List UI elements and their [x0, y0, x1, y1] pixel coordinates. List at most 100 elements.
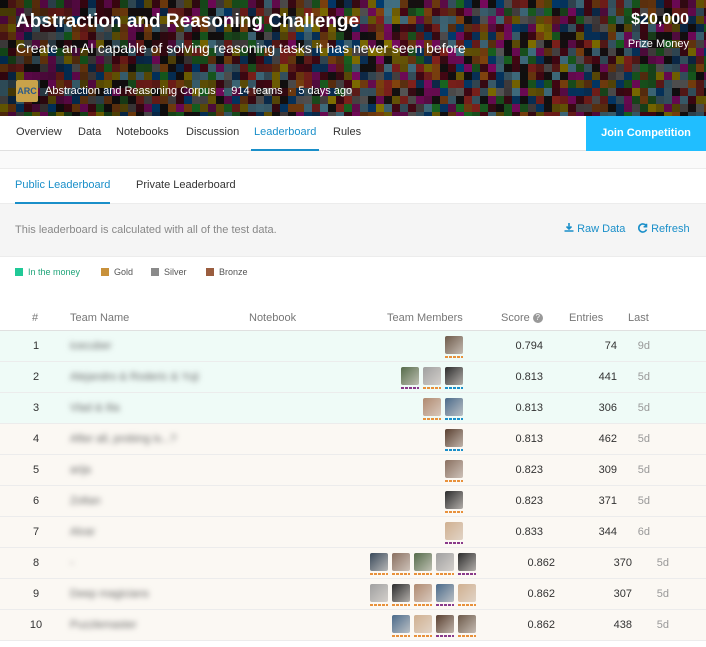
column-team-name[interactable]: Team Name — [70, 312, 129, 324]
prize-amount: $20,000 — [631, 11, 689, 28]
team-name-cell[interactable]: Zoltan — [70, 495, 101, 507]
team-name-cell[interactable]: Alejandro & Roderic & Yuji — [70, 371, 199, 383]
avatar[interactable] — [423, 398, 441, 420]
team-name-cell[interactable]: icecuber — [70, 340, 112, 352]
avatar[interactable] — [445, 460, 463, 482]
tab-discussion[interactable]: Discussion — [186, 116, 239, 151]
score-cell: 0.813 — [515, 371, 543, 383]
legend-in-the-money: In the money — [15, 267, 80, 277]
avatar[interactable] — [458, 553, 476, 575]
team-name-cell[interactable]: arija — [70, 464, 91, 476]
avatar[interactable] — [445, 336, 463, 358]
leaderboard-tabs: Public Leaderboard Private Leaderboard — [0, 169, 706, 204]
column-rank[interactable]: # — [32, 312, 38, 324]
avatar[interactable] — [392, 584, 410, 606]
last-submission-cell: 5d — [637, 433, 650, 445]
refresh-button[interactable]: Refresh — [638, 223, 690, 235]
team-members-cell — [370, 553, 476, 575]
host-name[interactable]: Abstraction and Reasoning Corpus — [45, 85, 216, 97]
team-name-cell[interactable]: After all, probing is...? — [70, 433, 176, 445]
legend-gold: Gold — [101, 267, 133, 277]
team-name-cell[interactable]: Alvar — [70, 526, 95, 538]
team-name-cell[interactable]: - — [70, 557, 74, 569]
entries-cell: 74 — [604, 340, 617, 352]
join-competition-button[interactable]: Join Competition — [586, 116, 706, 151]
team-members-cell — [392, 615, 476, 637]
table-row[interactable]: 2 Alejandro & Roderic & Yuji 0.813 441 5d — [0, 362, 706, 393]
avatar[interactable] — [445, 398, 463, 420]
table-row[interactable]: 9 Deep magicians 0.862 307 5d — [0, 579, 706, 610]
team-name-cell[interactable]: Puzzlemaster — [70, 619, 137, 631]
team-members-cell — [401, 367, 463, 389]
table-row[interactable]: 8 - 0.862 370 5d — [0, 548, 706, 579]
rank-cell: 3 — [32, 402, 40, 414]
avatar[interactable] — [458, 584, 476, 606]
column-last[interactable]: Last — [628, 312, 649, 324]
table-row[interactable]: 5 arija 0.823 309 5d — [0, 455, 706, 486]
avatar[interactable] — [445, 522, 463, 544]
avatar[interactable] — [370, 584, 388, 606]
entries-cell: 370 — [613, 557, 632, 569]
table-row[interactable]: 1 icecuber 0.794 74 9d — [0, 331, 706, 362]
avatar[interactable] — [370, 553, 388, 575]
tab-rules[interactable]: Rules — [333, 116, 361, 151]
avatar[interactable] — [401, 367, 419, 389]
last-submission-cell: 5d — [637, 371, 650, 383]
avatar[interactable] — [445, 429, 463, 451]
rank-cell: 2 — [32, 371, 40, 383]
competition-subtitle: Create an AI capable of solving reasonin… — [16, 40, 466, 56]
avatar[interactable] — [436, 553, 454, 575]
leaderboard-rows: 1 icecuber 0.794 74 9d 2 Alejandro & Roderic &… — [0, 331, 706, 641]
table-row[interactable]: 10 Puzzlemaster 0.862 438 5d — [0, 610, 706, 641]
team-name-cell[interactable]: Vlad & Ilia — [70, 402, 120, 414]
last-submission-cell: 6d — [637, 526, 650, 538]
score-cell: 0.813 — [515, 433, 543, 445]
avatar[interactable] — [414, 584, 432, 606]
column-score[interactable]: Score? — [501, 312, 543, 324]
raw-data-button[interactable]: Raw Data — [564, 223, 625, 235]
legend-silver: Silver — [151, 267, 187, 277]
avatar[interactable] — [445, 367, 463, 389]
table-row[interactable]: 3 Vlad & Ilia 0.813 306 5d — [0, 393, 706, 424]
avatar[interactable] — [458, 615, 476, 637]
tab-data[interactable]: Data — [78, 116, 101, 151]
column-team-members: Team Members — [387, 312, 463, 324]
time-ago: 5 days ago — [298, 85, 353, 97]
leaderboard-info-bar: This leaderboard is calculated with all … — [0, 204, 706, 257]
avatar[interactable] — [436, 615, 454, 637]
rank-cell: 5 — [32, 464, 40, 476]
host-logo[interactable]: ARC — [16, 80, 38, 102]
entries-cell: 441 — [598, 371, 617, 383]
avatar[interactable] — [414, 615, 432, 637]
entries-cell: 306 — [598, 402, 617, 414]
avatar[interactable] — [392, 553, 410, 575]
tab-public-leaderboard[interactable]: Public Leaderboard — [15, 169, 111, 204]
table-row[interactable]: 4 After all, probing is...? 0.813 462 5d — [0, 424, 706, 455]
medal-legend: In the money Gold Silver Bronze — [0, 257, 706, 287]
team-members-cell — [445, 460, 463, 482]
avatar[interactable] — [445, 491, 463, 513]
tab-private-leaderboard[interactable]: Private Leaderboard — [136, 169, 236, 204]
rank-cell: 10 — [29, 619, 43, 631]
avatar[interactable] — [392, 615, 410, 637]
help-icon[interactable]: ? — [532, 313, 543, 323]
column-entries[interactable]: Entries — [569, 312, 603, 324]
score-cell: 0.862 — [527, 557, 555, 569]
entries-cell: 462 — [598, 433, 617, 445]
score-cell: 0.823 — [515, 464, 543, 476]
tab-leaderboard[interactable]: Leaderboard — [251, 116, 320, 151]
team-members-cell — [445, 522, 463, 544]
table-row[interactable]: 6 Zoltan 0.823 371 5d — [0, 486, 706, 517]
tab-notebooks[interactable]: Notebooks — [116, 116, 169, 151]
table-row[interactable]: 7 Alvar 0.833 344 6d — [0, 517, 706, 548]
avatar[interactable] — [436, 584, 454, 606]
avatar[interactable] — [423, 367, 441, 389]
team-name-cell[interactable]: Deep magicians — [70, 588, 149, 600]
competition-nav: Overview Data Notebooks Discussion Leade… — [0, 116, 706, 151]
avatar[interactable] — [414, 553, 432, 575]
tab-overview[interactable]: Overview — [16, 116, 62, 151]
entries-cell: 438 — [613, 619, 632, 631]
download-icon — [564, 223, 574, 232]
rank-cell: 4 — [32, 433, 40, 445]
last-submission-cell: 5d — [656, 557, 669, 569]
